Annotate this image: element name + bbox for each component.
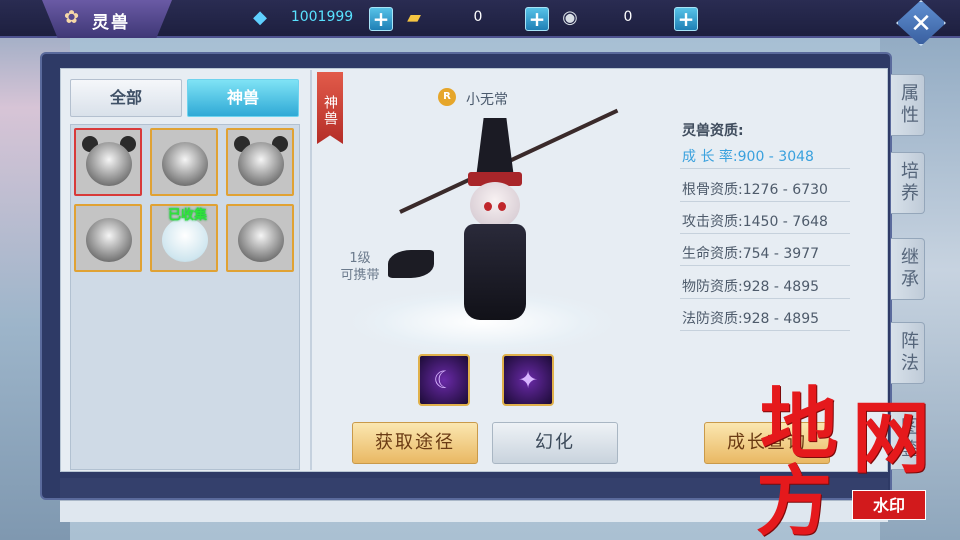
add-diamond-button[interactable]: + xyxy=(369,7,393,31)
stat-row-magic-defense: 法防资质:928 - 4895 xyxy=(682,308,819,328)
add-silver-button[interactable]: + xyxy=(674,7,698,31)
rank-badge-icon: R xyxy=(438,88,456,106)
gold-count: 0 xyxy=(473,9,483,25)
silver-coin-icon: ◉ xyxy=(562,7,578,28)
eye xyxy=(484,202,492,211)
eye xyxy=(498,202,506,211)
stat-row-growth: 成 长 率:900 - 3048 xyxy=(682,146,814,166)
silver-count: 0 xyxy=(623,9,633,25)
stats-header: 灵兽资质: xyxy=(682,123,744,139)
pet-cell-bear[interactable] xyxy=(74,128,142,196)
skill-scythe-icon[interactable]: ☾ xyxy=(418,354,470,406)
page-title: 灵兽 xyxy=(92,13,130,33)
side-tab-formation[interactable]: 阵法 xyxy=(891,322,925,384)
hat xyxy=(476,118,514,178)
acquire-route-button[interactable]: 获取途径 xyxy=(352,422,478,464)
carry-text: 可携带 xyxy=(340,268,380,283)
side-tab-cultivate[interactable]: 培养 xyxy=(891,152,925,214)
flower-icon: ✿ xyxy=(64,7,80,28)
head xyxy=(470,182,520,228)
pet-cell-panda[interactable] xyxy=(226,128,294,196)
diamond-icon: ◆ xyxy=(253,7,267,28)
transform-button[interactable]: 幻化 xyxy=(492,422,618,464)
add-gold-button[interactable]: + xyxy=(525,7,549,31)
stat-label: 生命资质: xyxy=(682,246,743,262)
stat-divider xyxy=(680,233,850,234)
side-tab-inherit[interactable]: 继承 xyxy=(891,238,925,300)
stat-row-physical-defense: 物防资质:928 - 4895 xyxy=(682,276,819,296)
side-tab-attributes[interactable]: 属性 xyxy=(891,74,925,136)
divider xyxy=(310,70,312,470)
stat-value: 900 - 3048 xyxy=(737,149,814,165)
gold-ingot-icon: ▰ xyxy=(407,7,421,28)
stat-row-life: 生命资质:754 - 3977 xyxy=(682,243,819,263)
tab-divine-beast[interactable]: 神兽 xyxy=(187,79,299,117)
watermark-char: 方 xyxy=(756,457,832,540)
fox-portrait xyxy=(238,218,284,262)
stat-value: 1276 - 6730 xyxy=(742,182,828,198)
stat-label: 攻击资质: xyxy=(682,214,743,230)
stat-row-attack: 攻击资质:1450 - 7648 xyxy=(682,211,828,231)
panda-portrait xyxy=(238,142,284,186)
pet-model xyxy=(388,108,619,328)
level-info: 1级 可携带 xyxy=(330,250,390,284)
xiao-wu-chang-portrait xyxy=(162,142,208,186)
stat-label: 根骨资质: xyxy=(682,182,743,198)
stat-value: 1450 - 7648 xyxy=(742,214,828,230)
pet-cell-xiao-wu-chang[interactable] xyxy=(150,128,218,196)
pet-cell-fox[interactable] xyxy=(226,204,294,272)
divine-beast-ribbon: 神兽 xyxy=(317,72,343,144)
stat-label: 成 长 率: xyxy=(682,149,738,165)
pet-cell-monkey[interactable] xyxy=(74,204,142,272)
level-text: 1级 xyxy=(349,251,371,266)
collected-tag: 已收集 xyxy=(168,208,208,223)
stat-value: 928 - 4895 xyxy=(742,311,820,327)
stat-label: 法防资质: xyxy=(682,311,743,327)
white-rabbit-portrait xyxy=(162,218,208,262)
monkey-portrait xyxy=(86,218,132,262)
stat-row-bone: 根骨资质:1276 - 6730 xyxy=(682,179,828,199)
watermark-char: 网 xyxy=(852,393,931,484)
scythe-blade xyxy=(388,250,434,278)
stat-divider xyxy=(680,330,850,331)
stat-divider xyxy=(680,265,850,266)
bear-portrait xyxy=(86,142,132,186)
watermark-badge: 水印 xyxy=(852,490,926,520)
stat-label: 物防资质: xyxy=(682,279,743,295)
robe xyxy=(464,224,526,320)
pet-name: 小无常 xyxy=(466,92,508,108)
stat-divider xyxy=(680,201,850,202)
stat-divider xyxy=(680,298,850,299)
stat-value: 754 - 3977 xyxy=(742,246,820,262)
stat-value: 928 - 4895 xyxy=(742,279,820,295)
tab-all[interactable]: 全部 xyxy=(70,79,182,117)
stat-divider xyxy=(680,168,850,169)
skill-witch-icon[interactable]: ✦ xyxy=(502,354,554,406)
diamond-count: 1001999 xyxy=(290,9,354,25)
